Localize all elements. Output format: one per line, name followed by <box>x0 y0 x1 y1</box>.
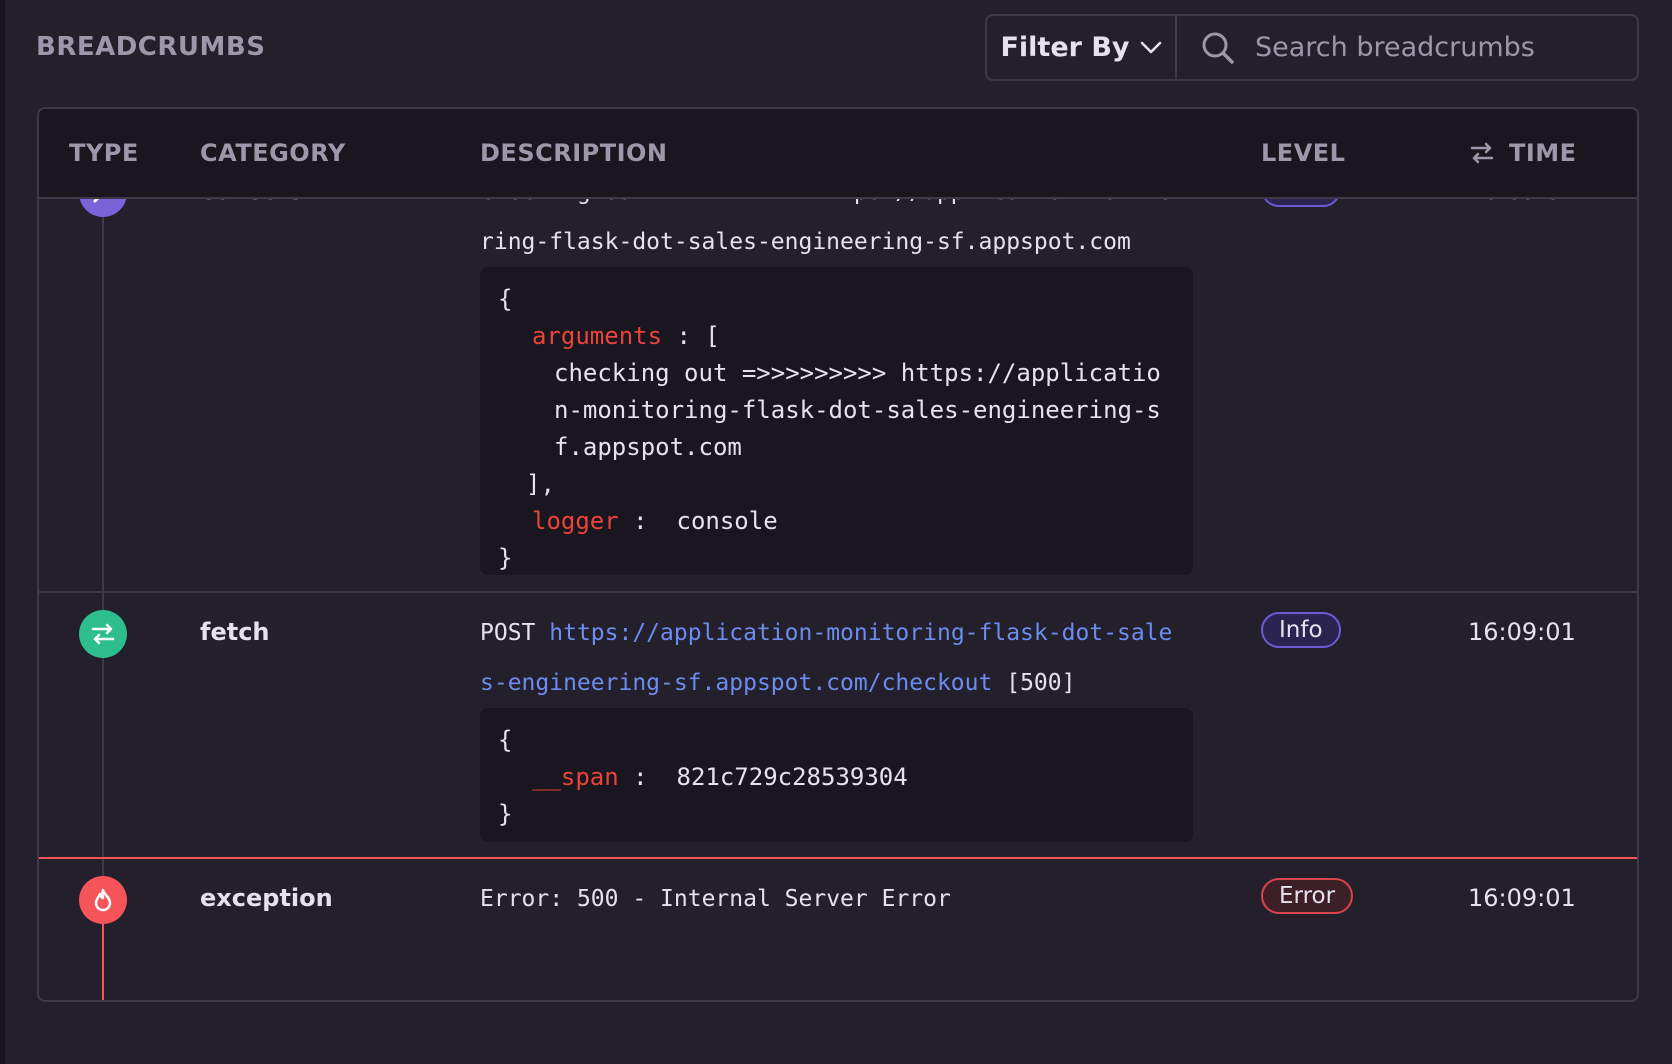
description-message: POST https://application-monitoring-flas… <box>480 608 1185 708</box>
span-line: __span : 821c729c28539304 <box>498 759 1175 796</box>
level-badge: Info <box>1261 612 1341 648</box>
span-key: __span <box>532 763 619 791</box>
breadcrumbs-rows: console checking out =>>>>>>>>> https://… <box>39 109 1637 1000</box>
span-sep: : <box>618 763 677 791</box>
column-header-level: LEVEL <box>1261 139 1346 167</box>
window-edge <box>0 0 5 1064</box>
filter-by-dropdown[interactable]: Filter By <box>987 16 1177 79</box>
brace-open: { <box>498 285 513 313</box>
column-header-time[interactable]: TIME <box>1469 139 1577 167</box>
arguments-line: arguments : [ <box>498 318 1175 355</box>
table-header: TYPE CATEGORY DESCRIPTION LEVEL TIME <box>39 109 1637 199</box>
http-status: [500] <box>1006 670 1076 696</box>
brace-close: } <box>498 544 513 572</box>
time-value: 16:09:01 <box>1468 618 1576 646</box>
brace-open: { <box>498 726 513 754</box>
column-header-type: TYPE <box>69 139 139 167</box>
level-badge: Error <box>1261 878 1354 914</box>
row-divider-error <box>39 857 1637 859</box>
chevron-down-icon <box>1140 41 1161 53</box>
arguments-key: arguments <box>532 322 663 350</box>
section-title: BREADCRUMBS <box>36 32 266 62</box>
row-divider <box>39 591 1637 593</box>
category-label: exception <box>200 884 333 912</box>
error-label: Error: <box>480 886 564 912</box>
search-input[interactable] <box>1253 31 1637 64</box>
search-icon <box>1202 32 1234 64</box>
transfer-arrows-icon <box>79 610 127 658</box>
swap-arrows-icon <box>1470 142 1494 164</box>
description-message: Error: 500 - Internal Server Error <box>480 874 1185 924</box>
breadcrumb-controls: Filter By <box>985 14 1639 81</box>
search-box[interactable] <box>1177 16 1637 79</box>
brace-close: } <box>498 800 513 828</box>
error-message: 500 - Internal Server Error <box>576 886 951 912</box>
http-method: POST <box>480 620 536 646</box>
filter-by-label: Filter By <box>1000 32 1130 63</box>
arguments-sep: : [ <box>662 322 720 350</box>
data-block: { __span : 821c729c28539304 } <box>480 708 1193 842</box>
arguments-value: checking out =>>>>>>>>> https://applicat… <box>554 359 1161 461</box>
span-value: 821c729c28539304 <box>676 763 908 791</box>
time-header-label: TIME <box>1509 139 1577 167</box>
category-label: fetch <box>200 618 270 646</box>
fire-icon <box>79 876 127 924</box>
breadcrumbs-table: console checking out =>>>>>>>>> https://… <box>37 107 1639 1002</box>
logger-line: logger : console <box>498 503 1175 540</box>
logger-value: console <box>676 507 778 535</box>
data-block: { arguments : [ checking out =>>>>>>>>> … <box>480 267 1193 575</box>
time-value: 16:09:01 <box>1468 884 1576 912</box>
timeline-line-error <box>102 917 104 1000</box>
column-header-category: CATEGORY <box>200 139 346 167</box>
column-header-description: DESCRIPTION <box>480 139 668 167</box>
logger-key: logger <box>532 507 619 535</box>
arguments-close: ], <box>526 470 555 498</box>
logger-sep: : <box>618 507 677 535</box>
